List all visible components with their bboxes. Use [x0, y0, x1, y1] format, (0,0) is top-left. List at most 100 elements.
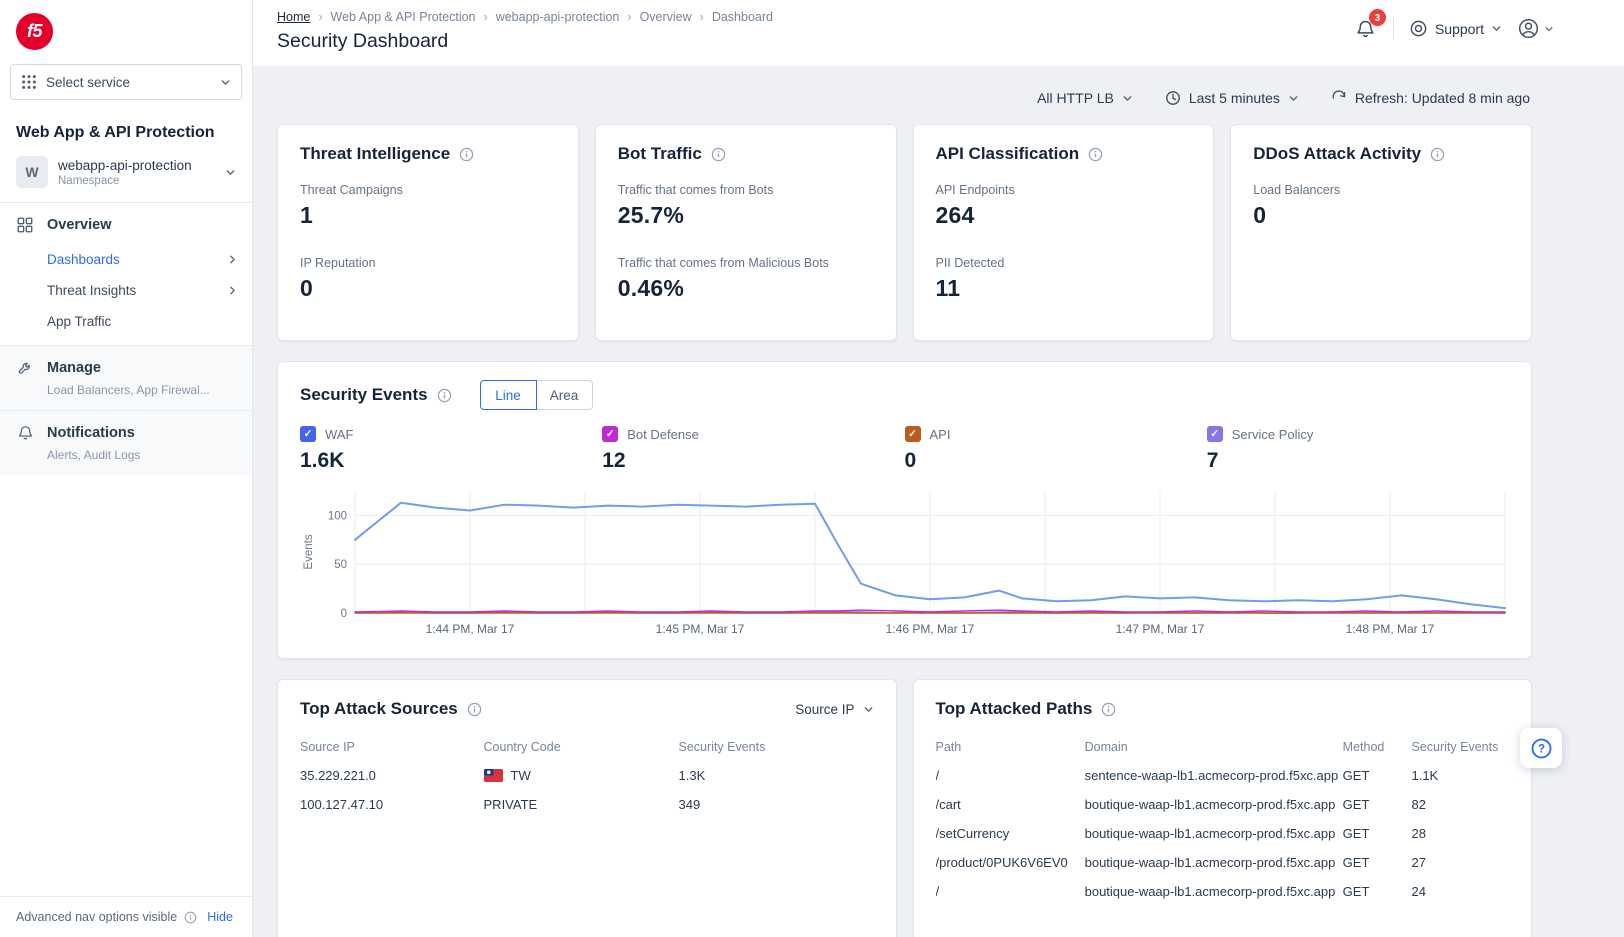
advanced-nav-text: Advanced nav options visible: [16, 910, 177, 924]
bot-defense-checkbox[interactable]: [602, 426, 618, 442]
sidebar-item-dashboards[interactable]: Dashboards: [0, 244, 252, 275]
group-by-label: Source IP: [795, 702, 854, 717]
metric-label: Traffic that comes from Bots: [618, 183, 874, 197]
support-menu[interactable]: Support: [1409, 19, 1502, 38]
cell-domain: boutique-waap-lb1.acmecorp-prod.f5xc.app: [1085, 819, 1343, 848]
info-icon[interactable]: [711, 147, 726, 162]
nav-overview-section: Overview Dashboards Threat Insights App …: [0, 202, 252, 345]
metric-card-title: Bot Traffic: [618, 144, 702, 164]
breadcrumb-web-app-api-protection[interactable]: Web App & API Protection: [310, 10, 475, 24]
sidebar-item-notifications[interactable]: Notifications: [0, 411, 252, 451]
help-button[interactable]: ?: [1520, 728, 1562, 768]
manage-label: Manage: [47, 360, 101, 376]
logo-wrap: f5: [0, 0, 252, 58]
service-policy-checkbox[interactable]: [1207, 426, 1223, 442]
select-service-dropdown[interactable]: Select service: [10, 64, 242, 100]
breadcrumb-overview[interactable]: Overview: [619, 10, 691, 24]
namespace-selector[interactable]: W webapp-api-protection Namespace: [0, 148, 252, 202]
metric-card-title: Threat Intelligence: [300, 144, 450, 164]
breadcrumb-home[interactable]: Home: [277, 10, 310, 24]
help-question-icon: ?: [1530, 737, 1553, 760]
metric-value: 0.46%: [618, 275, 874, 302]
cell-security-events: 1.1K: [1411, 761, 1509, 790]
metric-card-threat-intelligence: Threat IntelligenceThreat Campaigns1IP R…: [277, 124, 579, 341]
f5-logo[interactable]: f5: [16, 13, 53, 50]
cell-security-events: 24: [1411, 877, 1509, 906]
svg-text:50: 50: [334, 559, 347, 571]
metric-card-ddos-attack-activity: DDoS Attack ActivityLoad Balancers0: [1230, 124, 1532, 341]
app-root: f5 Select service Web App & API Protecti…: [0, 0, 1624, 937]
attacked-paths-table: PathDomainMethodSecurity Events/sentence…: [936, 735, 1510, 906]
legend-label: Service Policy: [1232, 427, 1314, 442]
api-checkbox[interactable]: [905, 426, 921, 442]
top-attacked-paths-card: Top Attacked Paths PathDomainMethodSecur…: [913, 679, 1533, 937]
legend-value: 12: [602, 449, 904, 473]
metric-card-grid: Threat IntelligenceThreat Campaigns1IP R…: [277, 124, 1532, 341]
legend-item-waf: WAF1.6K: [300, 426, 602, 473]
manage-subtitle: Load Balancers, App Firewal...: [0, 383, 252, 410]
metric-card-bot-traffic: Bot TrafficTraffic that comes from Bots2…: [595, 124, 897, 341]
namespace-type: Namespace: [58, 175, 192, 187]
sidebar-item-manage[interactable]: Manage: [0, 346, 252, 386]
overview-label: Overview: [47, 217, 112, 233]
account-menu[interactable]: [1517, 17, 1554, 40]
chevron-down-icon: [1122, 93, 1133, 104]
app-traffic-label: App Traffic: [47, 314, 111, 329]
legend-value: 0: [905, 449, 1207, 473]
chart-view-line-button[interactable]: Line: [480, 380, 537, 410]
top-attack-sources-header: Top Attack Sources Source IP: [300, 699, 874, 719]
group-by-dropdown[interactable]: Source IP: [795, 702, 873, 717]
chevron-down-icon: [1288, 93, 1299, 104]
cell-domain: boutique-waap-lb1.acmecorp-prod.f5xc.app: [1085, 848, 1343, 877]
dashboard-content: All HTTP LB Last 5 minutes: [253, 66, 1624, 937]
metric-label: Traffic that comes from Malicious Bots: [618, 256, 874, 270]
sidebar-item-overview[interactable]: Overview: [0, 203, 252, 244]
info-icon[interactable]: [1088, 147, 1103, 162]
metric-label: Threat Campaigns: [300, 183, 556, 197]
metric-value: 11: [936, 275, 1192, 302]
cell-path: /product/0PUK6V6EV0: [936, 848, 1085, 877]
info-icon[interactable]: [437, 388, 452, 403]
notification-count-badge: 3: [1369, 9, 1386, 26]
security-events-card: Security Events LineArea WAF1.6KBot Defe…: [277, 361, 1532, 659]
svg-text:0: 0: [341, 608, 347, 620]
cell-path: /setCurrency: [936, 819, 1085, 848]
chart-view-toggle: LineArea: [480, 380, 593, 410]
metric-value: 264: [936, 202, 1192, 229]
hide-nav-link[interactable]: Hide: [207, 910, 233, 924]
waf-checkbox[interactable]: [300, 426, 316, 442]
info-icon[interactable]: [1430, 147, 1445, 162]
nav-manage-section: Manage Load Balancers, App Firewal...: [0, 345, 252, 410]
notifications-bell-button[interactable]: 3: [1353, 16, 1378, 41]
info-icon[interactable]: [459, 147, 474, 162]
taiwan-flag-icon: [484, 769, 503, 782]
threat-insights-label: Threat Insights: [47, 283, 136, 298]
chart-view-area-button[interactable]: Area: [536, 380, 593, 410]
cell-security-events: 349: [679, 790, 874, 819]
sidebar-item-app-traffic[interactable]: App Traffic: [0, 306, 252, 345]
cell-domain: sentence-waap-lb1.acmecorp-prod.f5xc.app: [1085, 761, 1343, 790]
time-range-dropdown[interactable]: Last 5 minutes: [1165, 90, 1299, 106]
dashboards-label: Dashboards: [47, 252, 120, 267]
cell-method: GET: [1343, 877, 1412, 906]
info-icon[interactable]: [184, 911, 197, 924]
cell-domain: boutique-waap-lb1.acmecorp-prod.f5xc.app: [1085, 877, 1343, 906]
breadcrumb-webapp-api-protection[interactable]: webapp-api-protection: [476, 10, 620, 24]
cell-security-events: 28: [1411, 819, 1509, 848]
metric-label: API Endpoints: [936, 183, 1192, 197]
attacked-path-row: /boutique-waap-lb1.acmecorp-prod.f5xc.ap…: [936, 877, 1510, 906]
main-area: HomeWeb App & API Protectionwebapp-api-p…: [253, 0, 1624, 937]
chevron-down-icon: [863, 704, 874, 715]
attack-sources-table: Source IPCountry CodeSecurity Events35.2…: [300, 735, 874, 819]
svg-text:1:48 PM, Mar 17: 1:48 PM, Mar 17: [1346, 622, 1435, 636]
overview-grid-icon: [16, 216, 34, 234]
namespace-name: webapp-api-protection: [58, 158, 192, 173]
info-icon[interactable]: [467, 702, 482, 717]
info-icon[interactable]: [1101, 702, 1116, 717]
refresh-button[interactable]: Refresh: Updated 8 min ago: [1331, 90, 1530, 106]
sidebar-item-threat-insights[interactable]: Threat Insights: [0, 275, 252, 306]
column-header-domain: Domain: [1085, 735, 1343, 761]
lb-filter-dropdown[interactable]: All HTTP LB: [1037, 90, 1133, 106]
product-title: Web App & API Protection: [0, 110, 252, 148]
metric-value: 0: [300, 275, 556, 302]
